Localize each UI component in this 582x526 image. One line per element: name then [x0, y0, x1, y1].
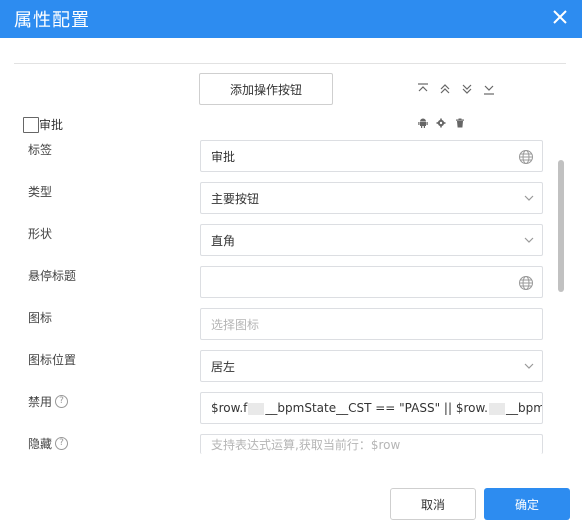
confirm-button[interactable]: 确定	[484, 488, 570, 520]
close-icon[interactable]	[552, 9, 568, 25]
android-icon[interactable]	[418, 118, 428, 128]
shape-field-label: 形状	[28, 227, 53, 241]
approval-checkbox-label: 审批	[39, 118, 64, 132]
approval-checkbox-row[interactable]: 审批	[23, 116, 63, 133]
help-icon[interactable]: ?	[55, 395, 69, 408]
globe-icon[interactable]	[518, 275, 534, 291]
type-select[interactable]: 主要按钮	[200, 182, 543, 214]
redacted-block	[248, 402, 265, 415]
section-divider	[14, 63, 566, 64]
icon-picker-input[interactable]: 选择图标	[200, 308, 543, 340]
move-bottom-icon[interactable]	[482, 82, 496, 96]
chevron-down-icon	[524, 237, 534, 243]
dialog-header: 属性配置	[0, 0, 582, 38]
dialog-title: 属性配置	[14, 10, 90, 31]
redacted-block	[489, 402, 505, 415]
hidden-field-label: 隐藏 ?	[28, 435, 69, 452]
scrollbar-thumb[interactable]	[558, 160, 564, 292]
chevron-down-icon	[524, 363, 534, 369]
disabled-expression-input[interactable]: $row.f __bpmState__CST == "PASS" || $row.…	[200, 392, 543, 424]
hidden-expression-input[interactable]: 支持表达式运算,获取当前行：$row	[200, 434, 543, 454]
label-field-label: 标签	[28, 143, 53, 157]
help-icon[interactable]: ?	[55, 437, 69, 450]
tooltip-field-label: 悬停标题	[28, 269, 77, 283]
icon-field-label: 图标	[28, 311, 53, 325]
icon-position-select[interactable]: 居左	[200, 350, 543, 382]
add-operation-button[interactable]: 添加操作按钮	[199, 73, 333, 105]
shape-select[interactable]: 直角	[200, 224, 543, 256]
chevron-down-icon	[524, 195, 534, 201]
label-input[interactable]: 审批	[200, 140, 543, 172]
gear-icon[interactable]	[436, 118, 446, 128]
trash-icon[interactable]	[455, 118, 465, 128]
move-up-icon[interactable]	[438, 82, 452, 96]
globe-icon[interactable]	[518, 149, 534, 165]
disabled-field-label: 禁用 ?	[28, 393, 69, 410]
approval-checkbox[interactable]	[23, 116, 39, 133]
tooltip-input[interactable]	[200, 266, 543, 298]
cancel-button[interactable]: 取消	[390, 488, 476, 520]
move-top-icon[interactable]	[416, 82, 430, 96]
move-down-icon[interactable]	[460, 82, 474, 96]
icon-position-field-label: 图标位置	[28, 353, 77, 367]
type-field-label: 类型	[28, 185, 53, 199]
